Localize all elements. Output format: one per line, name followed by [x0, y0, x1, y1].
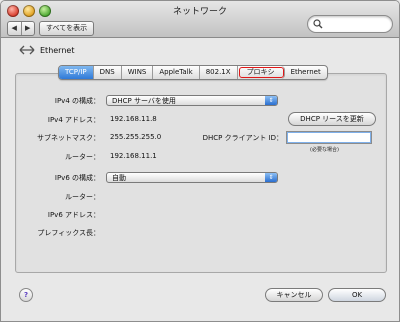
ethernet-arrows-icon — [19, 45, 35, 55]
help-button[interactable]: ? — [19, 288, 33, 302]
tab-dns[interactable]: DNS — [94, 66, 122, 79]
nav-buttons: ◀ ▶ — [7, 21, 35, 36]
cancel-button[interactable]: キャンセル — [265, 288, 323, 302]
renew-dhcp-button[interactable]: DHCP リースを更新 — [288, 112, 376, 126]
ipv4-config-label: IPv4 の構成： — [54, 97, 100, 105]
tab-bar: TCP/IP DNS WINS AppleTalk 802.1X プロキシ Et… — [58, 65, 328, 80]
ipv6-config-label: IPv6 の構成： — [54, 174, 100, 182]
tab-proxy[interactable]: プロキシ — [238, 66, 285, 79]
router-value: 192.168.11.1 — [110, 152, 157, 160]
tab-tcpip[interactable]: TCP/IP — [59, 66, 94, 79]
router-label: ルーター： — [65, 153, 100, 161]
tab-ethernet[interactable]: Ethernet — [285, 66, 327, 79]
dhcp-client-id-field[interactable] — [286, 131, 372, 144]
show-all-button[interactable]: すべてを表示 — [39, 21, 95, 36]
search-icon — [313, 19, 323, 29]
prefix-length-label: プレフィックス長： — [37, 229, 100, 237]
ipv4-address-label: IPv4 アドレス： — [47, 116, 100, 124]
network-window: ネットワーク ◀ ▶ すべてを表示 Ethernet IPv4 の構成： DHC… — [0, 0, 400, 322]
settings-panel: IPv4 の構成： DHCP サーバを使用 ⇕ IPv4 アドレス： 192.1… — [15, 73, 387, 273]
ipv6-router-label: ルーター： — [65, 193, 100, 201]
back-icon[interactable]: ◀ — [8, 22, 22, 35]
ipv6-config-value: 自動 — [112, 174, 126, 182]
tab-8021x[interactable]: 802.1X — [200, 66, 238, 79]
tab-wins[interactable]: WINS — [122, 66, 154, 79]
ipv6-address-label: IPv6 アドレス： — [47, 211, 100, 219]
service-header: Ethernet — [19, 45, 74, 55]
subnet-mask-label: サブネットマスク： — [37, 134, 100, 142]
search-input[interactable] — [307, 15, 393, 33]
forward-icon[interactable]: ▶ — [22, 22, 35, 35]
subnet-mask-value: 255.255.255.0 — [110, 133, 162, 141]
tab-appletalk[interactable]: AppleTalk — [153, 66, 200, 79]
client-id-note: (必要な場合) — [310, 147, 339, 153]
dhcp-client-id-label: DHCP クライアント ID： — [202, 134, 283, 142]
ipv4-config-value: DHCP サーバを使用 — [112, 97, 176, 105]
ok-button[interactable]: OK — [328, 288, 386, 302]
chevron-updown-icon: ⇕ — [265, 173, 277, 182]
ipv4-config-select[interactable]: DHCP サーバを使用 ⇕ — [106, 95, 278, 106]
ipv4-address-value: 192.168.11.8 — [110, 115, 157, 123]
titlebar: ネットワーク ◀ ▶ すべてを表示 — [1, 1, 399, 38]
service-name: Ethernet — [40, 45, 75, 55]
chevron-updown-icon: ⇕ — [265, 96, 277, 105]
ipv6-config-select[interactable]: 自動 ⇕ — [106, 172, 278, 183]
